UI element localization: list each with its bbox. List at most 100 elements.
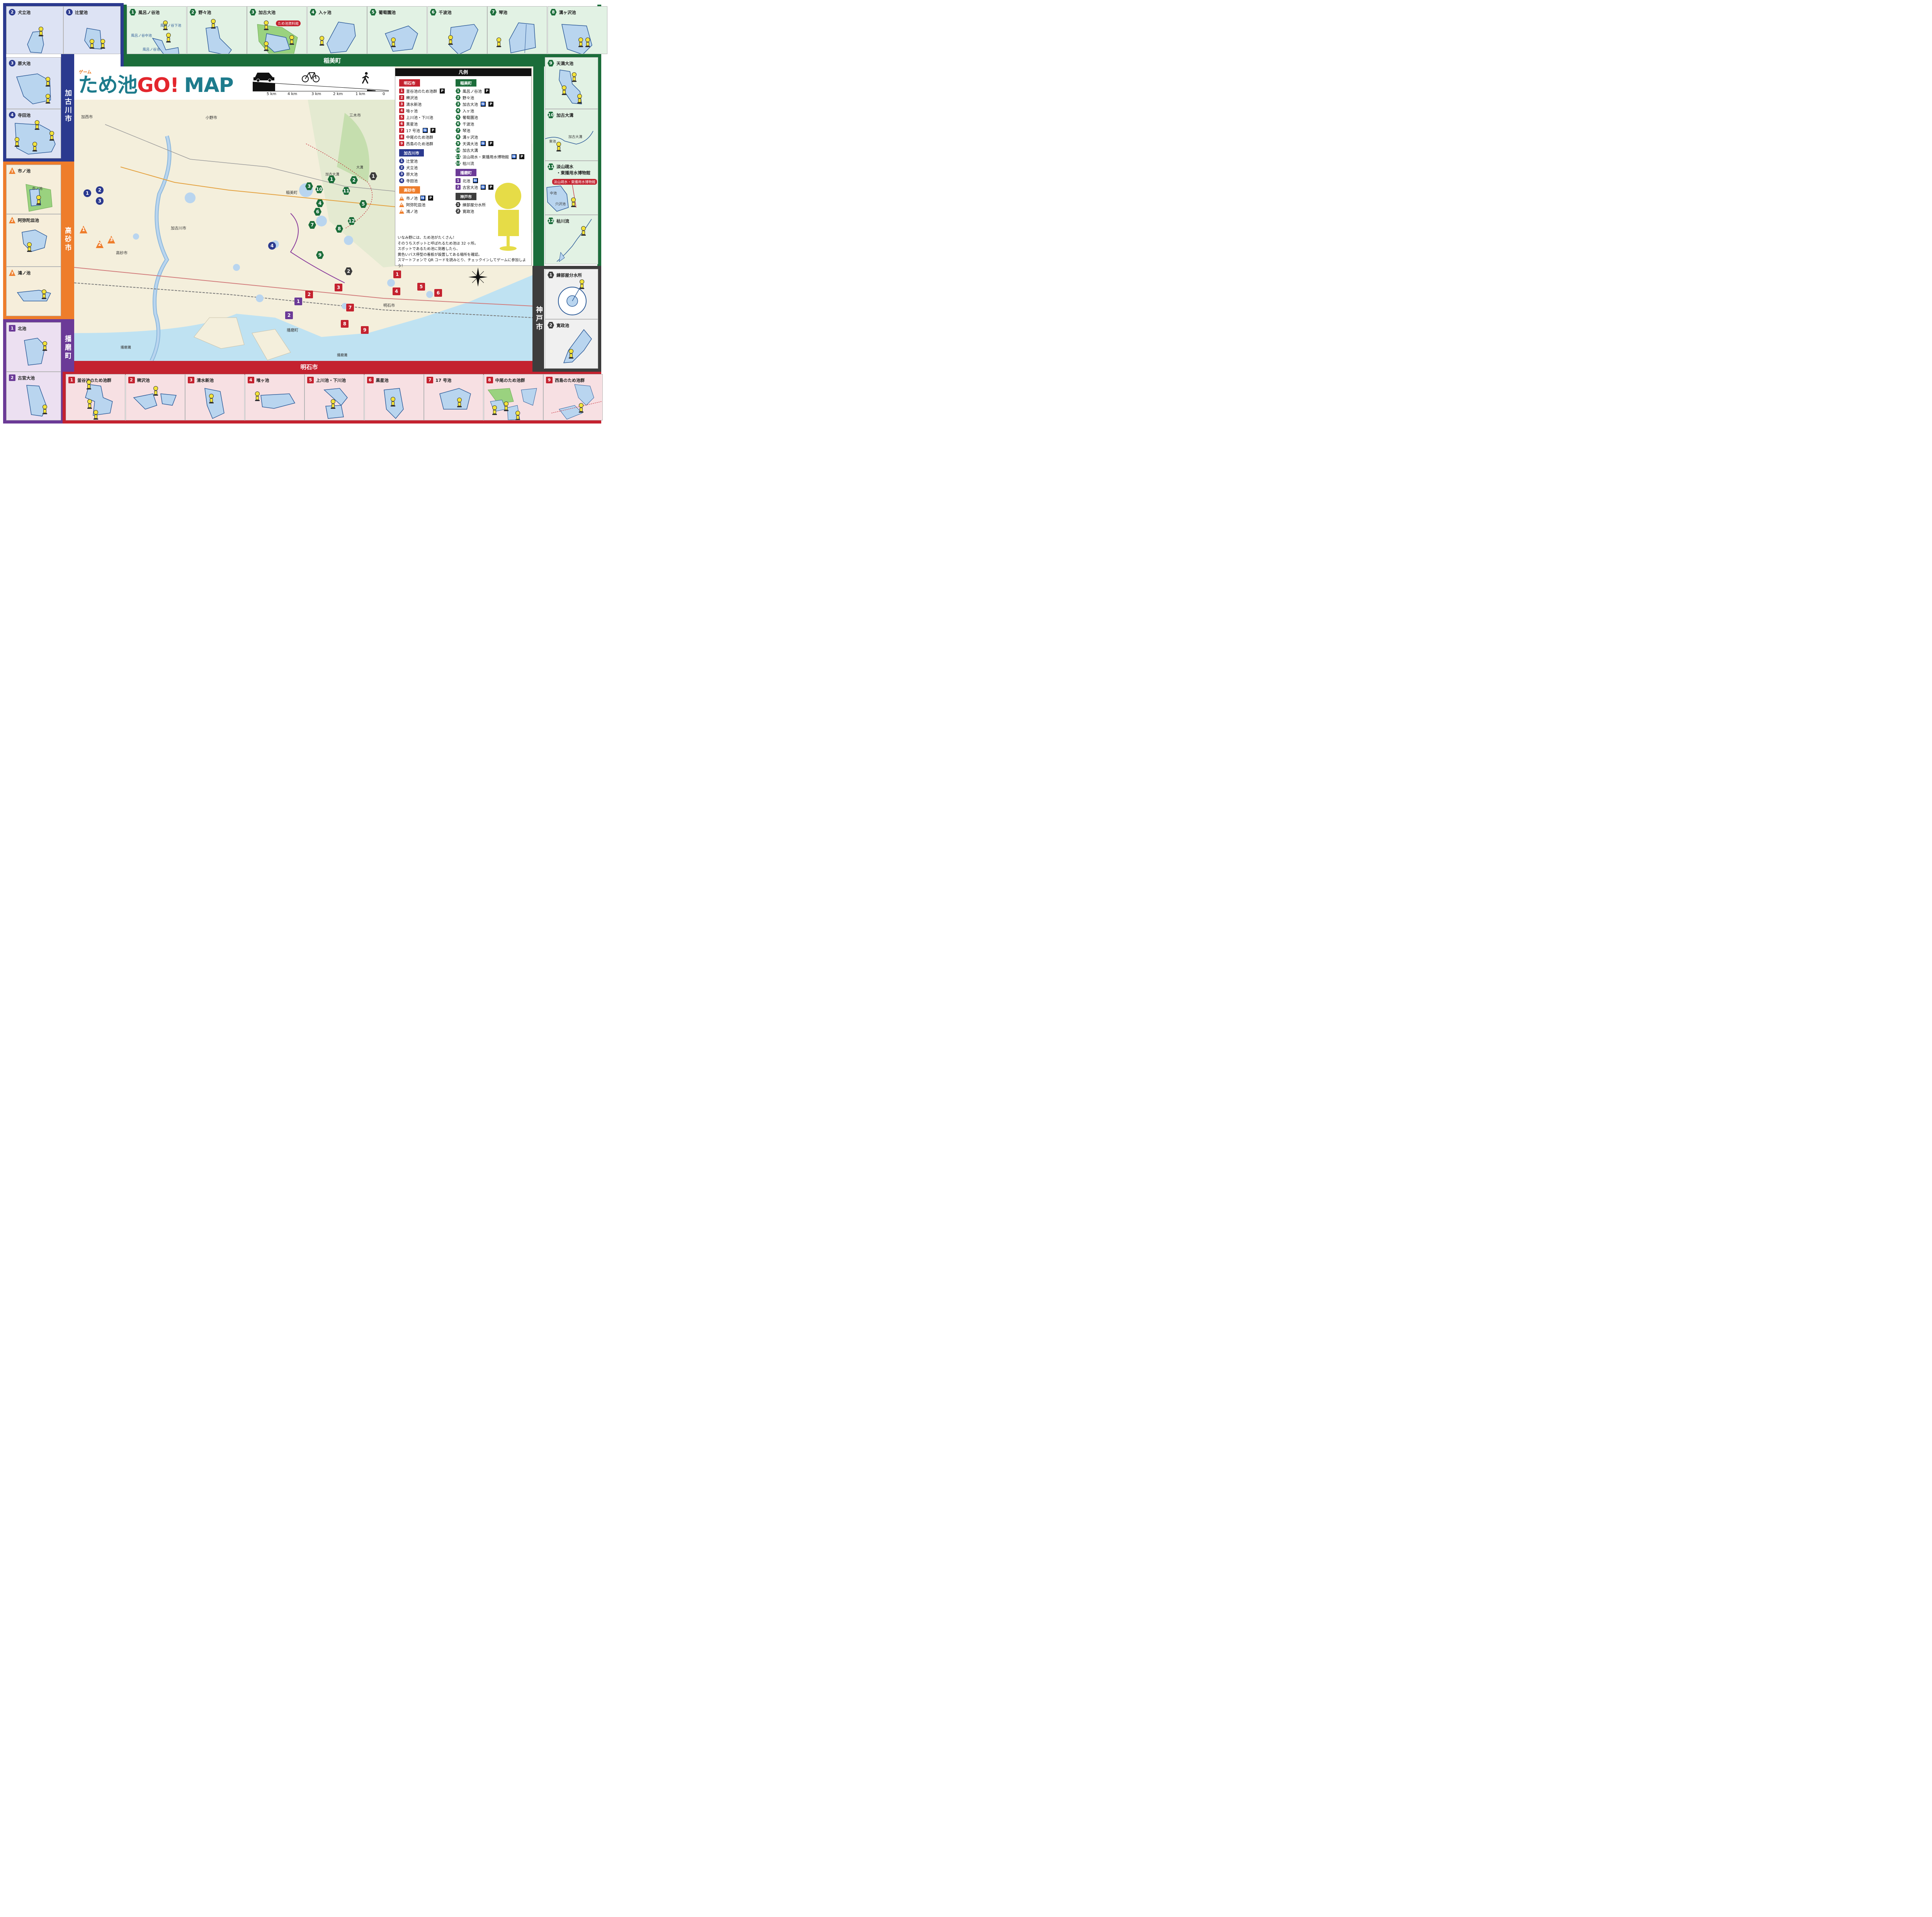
map-marker-harima[interactable]: 2 [285,311,293,319]
legend-number: 12 [456,161,461,166]
parking-icon: P [485,88,490,94]
panel-inami-10[interactable]: 10 加古大溝 東池 加古大溝 [545,109,598,161]
map-marker-akashi[interactable]: 1 [393,270,401,278]
legend-item-label: 北池 [463,179,470,184]
panel-kakogawa-4[interactable]: 4 寺田池 [6,109,61,158]
checkin-sign-icon [457,398,462,408]
legend-title: 凡例 [395,68,531,76]
panel-akashi-3[interactable]: 3 清水新池 [185,374,245,420]
panel-inami-4[interactable]: 4 入ヶ池 [307,6,367,54]
map-marker-kakogawa[interactable]: 2 [96,186,104,194]
panel-akashi-8[interactable]: 8 中尾のため池群 [483,374,543,420]
panel-akashi-9[interactable]: 9 西島のため池群 [543,374,603,420]
panel-akashi-6[interactable]: 6 黒星池 [364,374,424,420]
map-marker-akashi[interactable]: 5 [417,283,425,291]
map-marker-kakogawa[interactable]: 1 [83,189,91,197]
panel-harima-1[interactable]: 1 北池 [6,322,61,372]
checkin-sign-icon [391,37,396,48]
number-badge: 4 [247,377,254,383]
map-marker-kakogawa[interactable]: 3 [96,197,104,205]
legend-item-label: 淡山疏水・東播用水博物館 [463,155,509,160]
legend-number: 5 [456,115,461,120]
legend-number: 3 [399,209,404,214]
panel-kakogawa-2[interactable]: 2 犬立池 [6,6,63,54]
legend-number: 3 [456,102,461,107]
pond-shape [509,22,536,53]
checkin-sign-icon [577,94,582,104]
panel-inami-3[interactable]: 3 加古大池 ため池資料館 [247,6,307,54]
panel-inami-1[interactable]: 1 風呂ノ谷池 風呂ノ谷下池 風呂ノ谷中池 風呂ノ谷池 [127,6,187,54]
panel-inami-6[interactable]: 6 千波池 [427,6,487,54]
checkin-sign-icon [568,349,574,359]
map-marker-akashi[interactable]: 6 [434,289,442,297]
number-badge: 7 [490,9,497,15]
pond-label: 市ノ池 [32,187,43,191]
pond-name: 古宮大池 [18,375,35,381]
number-badge: 6 [367,377,374,383]
checkin-sign-icon [515,411,520,420]
legend-item-label: 市ノ池 [406,197,418,201]
legend-item-label: 入ヶ池 [463,109,474,114]
map-marker-akashi[interactable]: 9 [361,326,369,334]
panel-inami-8[interactable]: 8 溝ヶ沢池 [547,6,607,54]
checkin-sign-icon [153,386,158,396]
panel-takasago-3[interactable]: 3 鴻ノ池 [6,267,61,316]
pond-label: 穴沢池 [555,202,566,206]
map-marker-akashi[interactable]: 3 [335,284,342,291]
panel-akashi-1[interactable]: 1 釜谷池のため池群 [66,374,125,420]
panel-kobe-1[interactable]: 1 練部屋分水所 [545,269,598,319]
panel-akashi-2[interactable]: 2 稗沢池 [125,374,185,420]
panel-akashi-5[interactable]: 5 上川池・下川池 [304,374,364,420]
panel-inami-9[interactable]: 9 天満大池 [545,57,598,109]
number-badge: 9 [548,60,554,66]
checkin-sign-icon [32,142,37,152]
pond-label: 風呂ノ谷池 [143,48,160,52]
legend-item-label: 黒星池 [406,122,418,127]
panel-takasago-2[interactable]: 2 阿弥陀皿池 [6,214,61,267]
panel-kobe-2[interactable]: 2 寛政池 [545,319,598,369]
legend-number: 2 [456,95,461,100]
map-marker-akashi[interactable]: 7 [346,304,354,311]
number-badge: 1 [68,377,75,383]
checkin-sign-icon [45,94,51,104]
legend-number: 1 [456,178,461,183]
panel-inami-5[interactable]: 5 葡萄園池 [367,6,427,54]
museum-label: 淡山疏水・東播用水博物館 [552,179,597,185]
checkin-sign-icon [42,405,48,415]
pond-shape [323,388,348,419]
panel-inami-12[interactable]: 12 枯川流 [545,215,598,264]
map-marker-akashi[interactable]: 8 [341,320,349,328]
legend-item: 7 琴池 [456,127,529,134]
map-marker-kakogawa[interactable]: 4 [268,242,276,250]
panel-inami-2[interactable]: 2 野々池 [187,6,247,54]
panel-kakogawa-1[interactable]: 1 辻堂池 [63,6,121,54]
panel-harima-2[interactable]: 2 古宮大池 [6,372,61,420]
checkin-sign-icon [289,35,294,45]
panel-takasago-1[interactable]: 1 市ノ池 市ノ池 [6,165,61,214]
map-marker-harima[interactable]: 1 [294,298,302,305]
panel-inami-11[interactable]: 11 淡山疏水 ・東播用水博物館 淡山疏水・東播用水博物館 中池 穴沢池 [545,161,598,215]
legend-number: 1 [399,88,404,94]
river-line [556,219,592,262]
pond-shape [22,230,47,252]
pond-name: 17 号池 [435,378,452,383]
legend-number: 1 [456,202,461,207]
panel-akashi-7[interactable]: 7 17 号池 [424,374,483,420]
sea-label: 播磨灘 [121,346,131,350]
legend-number: 2 [456,185,461,190]
panel-kakogawa-3[interactable]: 3 原大池 [6,57,61,109]
map-marker-akashi[interactable]: 2 [305,291,313,298]
legend-number: 2 [399,95,404,100]
panel-inami-7[interactable]: 7 琴池 [487,6,547,54]
number-badge: 1 [9,167,15,174]
pond-name: 黒星池 [376,378,389,383]
legend-item: 6 千波池 [456,121,529,127]
checkin-sign-icon [89,39,95,49]
legend-number: 4 [399,108,404,113]
number-badge: 5 [307,377,314,383]
panel-akashi-4[interactable]: 4 喰ヶ池 [245,374,304,420]
legend-item-label: 葡萄園池 [463,116,478,120]
legend-item: 4 入ヶ池 [456,107,529,114]
map-marker-akashi[interactable]: 4 [393,287,400,295]
checkin-sign-icon [211,19,216,29]
